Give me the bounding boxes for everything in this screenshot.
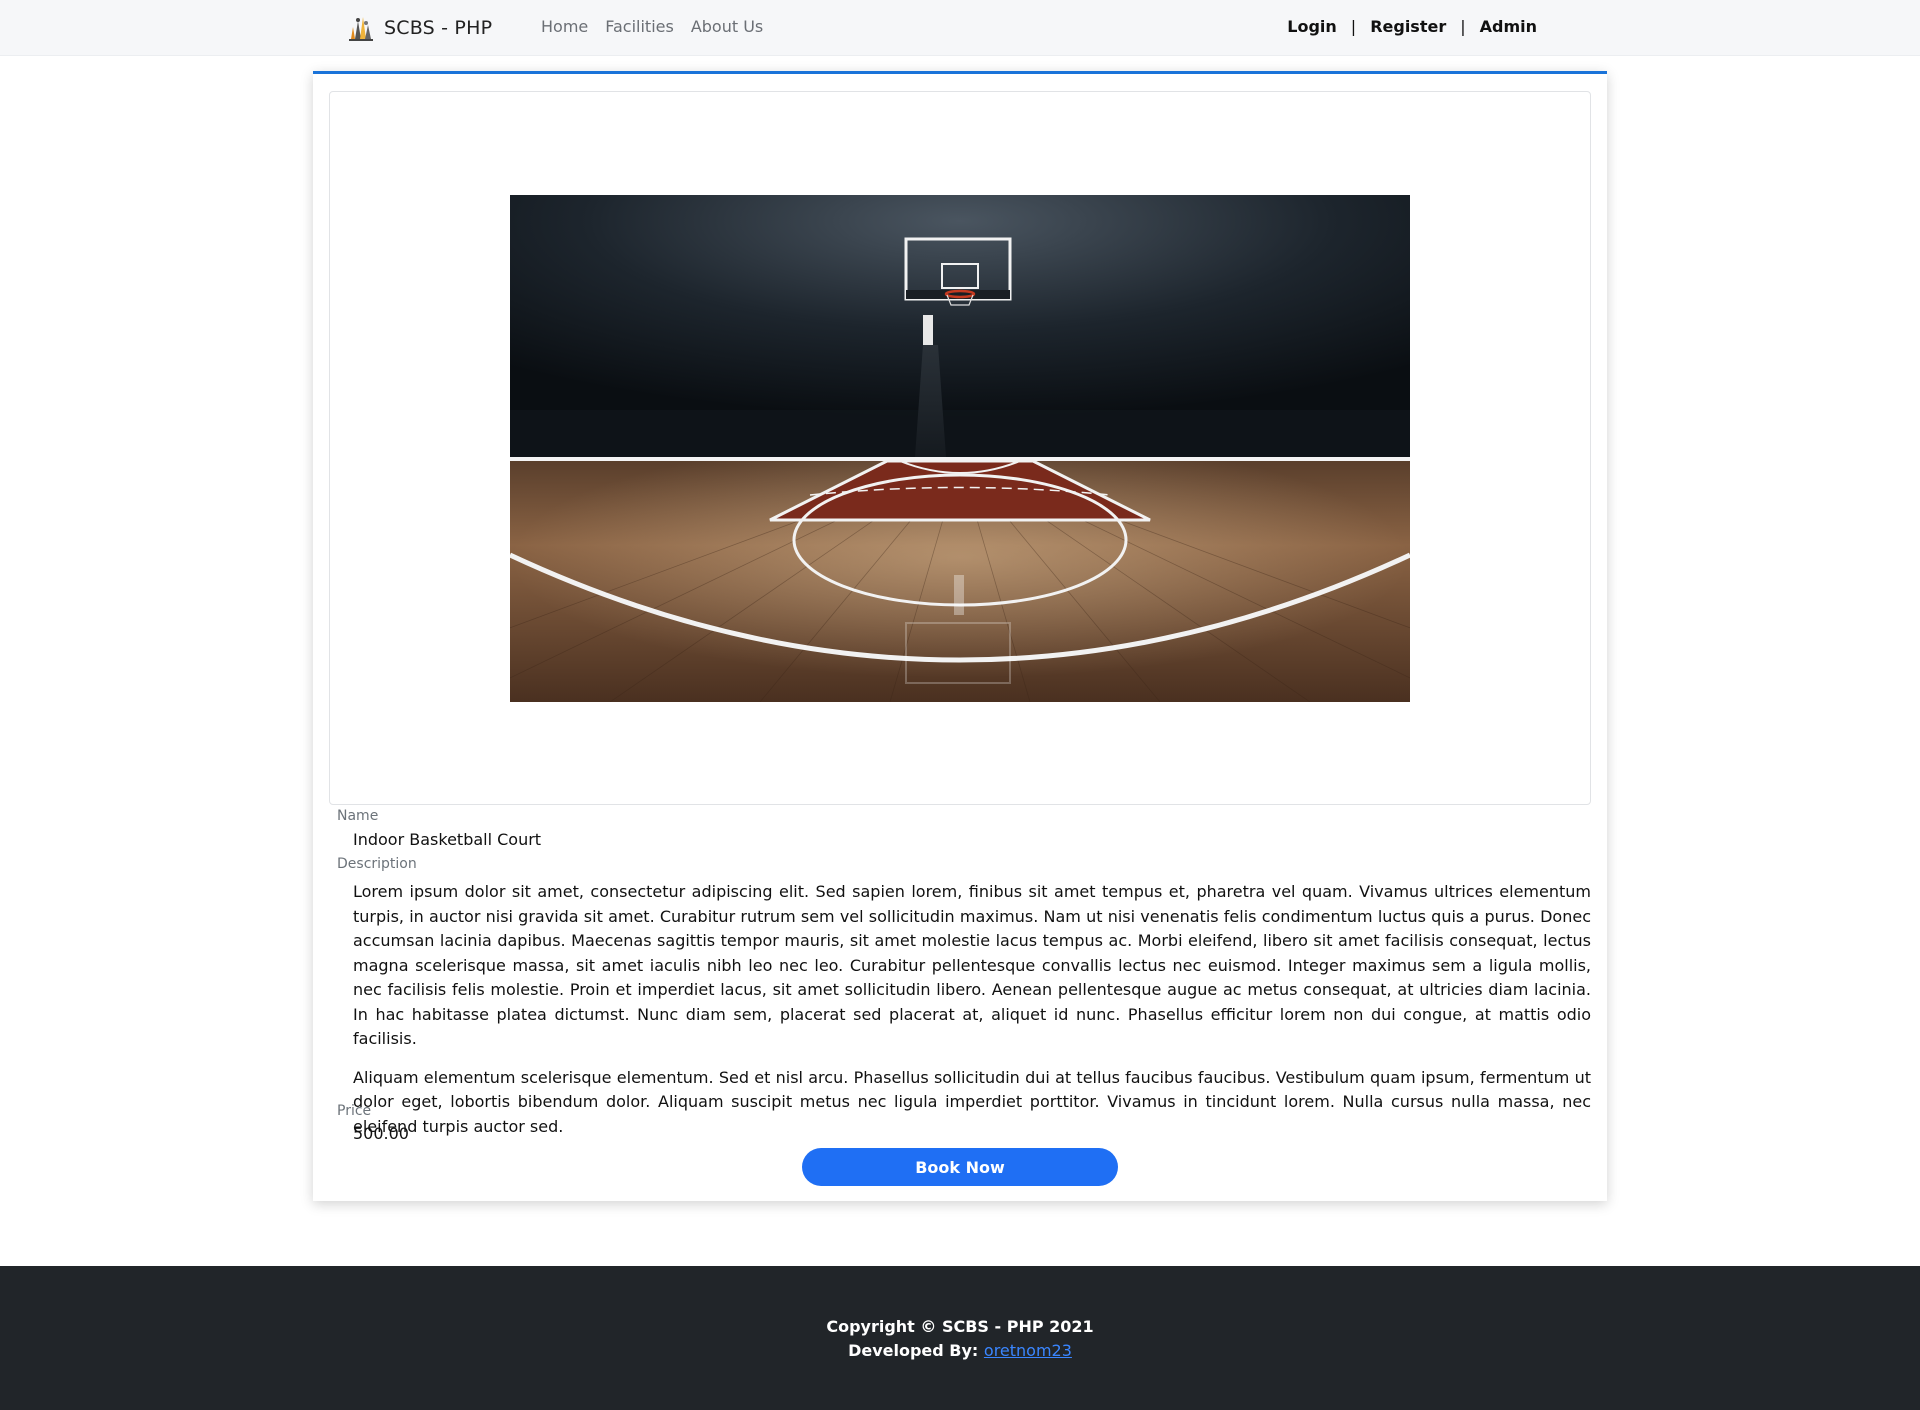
main-nav: Home Facilities About Us bbox=[541, 17, 763, 36]
description-paragraph: Aliquam elementum scelerisque elementum.… bbox=[353, 1067, 1591, 1136]
nav-separator: | bbox=[1350, 17, 1357, 36]
facility-price: 500.00 bbox=[353, 1124, 409, 1143]
brand-logo-icon bbox=[349, 17, 373, 41]
register-link[interactable]: Register bbox=[1370, 17, 1446, 36]
developer-link[interactable]: oretnom23 bbox=[984, 1341, 1072, 1360]
facility-image-frame bbox=[329, 91, 1591, 805]
facility-description: Lorem ipsum dolor sit amet, consectetur … bbox=[353, 880, 1591, 1153]
nav-separator: | bbox=[1460, 17, 1466, 36]
nav-home-link[interactable]: Home bbox=[541, 17, 588, 36]
facility-card: Name Indoor Basketball Court Description… bbox=[313, 71, 1607, 1201]
name-label: Name bbox=[337, 808, 379, 824]
footer-developer-line: Developed By: oretnom23 bbox=[0, 1341, 1920, 1360]
facility-name: Indoor Basketball Court bbox=[353, 830, 542, 849]
brand-link[interactable]: SCBS - PHP bbox=[346, 13, 492, 43]
brand-name: SCBS - PHP bbox=[384, 17, 493, 39]
navbar: SCBS - PHP Home Facilities About Us Logi… bbox=[0, 0, 1920, 56]
description-paragraph: Lorem ipsum dolor sit amet, consectetur … bbox=[353, 882, 1591, 1048]
footer-developed-by-label: Developed By: bbox=[848, 1341, 979, 1360]
book-now-button[interactable]: Book Now bbox=[802, 1148, 1118, 1186]
admin-link[interactable]: Admin bbox=[1480, 17, 1537, 36]
nav-facilities-link[interactable]: Facilities bbox=[605, 17, 674, 36]
price-label: Price bbox=[337, 1103, 372, 1119]
facility-image bbox=[510, 195, 1410, 702]
footer-copyright: Copyright © SCBS - PHP 2021 bbox=[826, 1317, 1094, 1336]
nav-about-link[interactable]: About Us bbox=[691, 17, 763, 36]
footer: Copyright © SCBS - PHP 2021 Developed By… bbox=[0, 1266, 1920, 1410]
login-link[interactable]: Login bbox=[1287, 17, 1337, 36]
auth-nav: Login | Register | Admin bbox=[1287, 17, 1537, 36]
description-label: Description bbox=[337, 856, 417, 872]
